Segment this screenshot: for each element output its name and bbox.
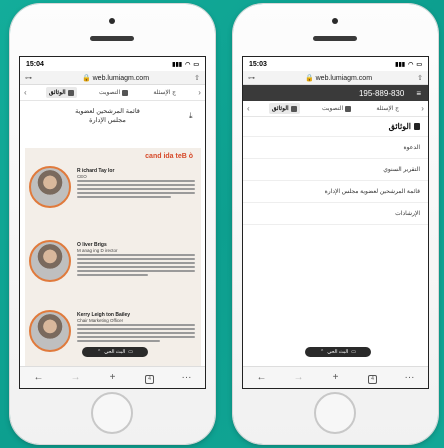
chevron-left-icon[interactable]: ‹ xyxy=(24,88,27,97)
chevron-right-icon[interactable]: › xyxy=(421,104,424,113)
document-icon xyxy=(414,123,420,130)
candidate-2: O liver Brigs M anag ing D irector xyxy=(29,240,197,300)
live-stream-button[interactable]: ⌃ البث الحي ▭ xyxy=(305,347,371,357)
tabs-icon[interactable]: 4 xyxy=(364,372,382,384)
candidate-role: CEO xyxy=(77,174,87,179)
camera xyxy=(109,18,115,24)
back-icon[interactable]: ← xyxy=(30,372,48,383)
url-bar[interactable]: ⊶ 🔒 web.lumiagm.com ⇧ xyxy=(243,71,428,85)
status-bar: 15:03 ▮▮▮ ◠ ▭ xyxy=(243,57,428,71)
more-icon[interactable]: ··· xyxy=(178,372,196,383)
document-title: قائمة المرشحين لعضوية مجلس الإدارة xyxy=(75,108,140,124)
screen-left: 15:04 ▮▮▮ ◠ ▭ ⊶ 🔒 web.lumiagm.com ⇧ ‹ ال… xyxy=(19,56,206,389)
phone-right: 15:03 ▮▮▮ ◠ ▭ ⊶ 🔒 web.lumiagm.com ⇧ 195-… xyxy=(233,4,438,444)
chevron-left-icon[interactable]: ‹ xyxy=(247,104,250,113)
chevron-right-icon[interactable]: › xyxy=(198,88,201,97)
cast-icon: ▭ xyxy=(351,349,356,355)
document-item-guidelines[interactable]: الإرشادات xyxy=(243,203,428,225)
phone-left: 15:04 ▮▮▮ ◠ ▭ ⊶ 🔒 web.lumiagm.com ⇧ ‹ ال… xyxy=(10,4,215,444)
document-item-invitation[interactable]: الدعوة xyxy=(243,137,428,159)
status-time: 15:03 xyxy=(249,60,267,68)
tab-voting[interactable]: التصويت xyxy=(96,87,131,98)
tab-documents[interactable]: الوثائق xyxy=(45,87,77,98)
home-button[interactable] xyxy=(91,392,133,434)
forward-icon[interactable]: → xyxy=(290,372,308,383)
forward-icon[interactable]: → xyxy=(67,372,85,383)
candidates-heading: cand ida teB ò xyxy=(145,153,193,160)
new-tab-icon[interactable]: + xyxy=(104,372,122,383)
screen-right: 15:03 ▮▮▮ ◠ ▭ ⊶ 🔒 web.lumiagm.com ⇧ 195-… xyxy=(242,56,429,389)
tab-documents[interactable]: الوثائق xyxy=(268,103,300,114)
new-tab-icon[interactable]: + xyxy=(327,372,345,383)
candidate-bio xyxy=(77,180,195,200)
candidate-photo xyxy=(29,240,71,282)
tab-questions[interactable]: ج الإسئلة xyxy=(150,87,179,98)
document-item-annual-report[interactable]: التقرير السنوي xyxy=(243,159,428,181)
meeting-id: 195-889-830 xyxy=(358,88,405,98)
signal-icon: ▮▮▮ xyxy=(395,61,406,68)
tab-voting[interactable]: التصويت xyxy=(319,103,354,114)
url-text[interactable]: 🔒 web.lumiagm.com xyxy=(41,74,190,82)
document-page: cand ida teB ò R ichard Tay lor CEO O li… xyxy=(25,148,201,378)
candidate-1: R ichard Tay lor CEO xyxy=(29,166,197,226)
candidate-bio xyxy=(77,324,195,344)
download-icon[interactable]: ⤓ xyxy=(189,111,199,121)
documents-section-title: الوثائق xyxy=(243,117,428,137)
status-icons: ▮▮▮ ◠ ▭ xyxy=(395,61,422,68)
back-icon[interactable]: ← xyxy=(253,372,271,383)
candidate-photo xyxy=(29,310,71,352)
candidate-bio xyxy=(77,254,195,278)
candidate-photo xyxy=(29,166,71,208)
share-icon[interactable]: ⇧ xyxy=(413,74,423,82)
camera xyxy=(332,18,338,24)
status-time: 15:04 xyxy=(26,60,44,68)
more-icon[interactable]: ··· xyxy=(401,372,419,383)
home-button[interactable] xyxy=(314,392,356,434)
battery-icon: ▭ xyxy=(416,61,422,68)
chart-icon xyxy=(345,105,352,112)
status-bar: 15:04 ▮▮▮ ◠ ▭ xyxy=(20,57,205,71)
tab-bar: ‹ الوثائق التصويت ج الإسئلة › xyxy=(243,101,428,117)
wifi-icon: ◠ xyxy=(408,61,414,68)
key-icon[interactable]: ⊶ xyxy=(25,74,41,82)
browser-toolbar: ← → + 4 ··· xyxy=(243,366,428,388)
battery-icon: ▭ xyxy=(193,61,199,68)
document-header: قائمة المرشحين لعضوية مجلس الإدارة ⤓ xyxy=(20,101,205,131)
live-stream-button[interactable]: ⌃ البث الحي ▭ xyxy=(82,347,148,357)
url-text[interactable]: 🔒 web.lumiagm.com xyxy=(264,74,413,82)
speaker xyxy=(90,36,134,41)
candidate-role: Chair Marketing Officer xyxy=(77,318,124,323)
url-bar[interactable]: ⊶ 🔒 web.lumiagm.com ⇧ xyxy=(20,71,205,85)
key-icon[interactable]: ⊶ xyxy=(248,74,264,82)
status-icons: ▮▮▮ ◠ ▭ xyxy=(172,61,199,68)
cast-icon: ▭ xyxy=(128,349,133,355)
tabs-icon[interactable]: 4 xyxy=(141,372,159,384)
chart-icon xyxy=(122,89,129,96)
document-item-candidates[interactable]: قائمة المرشحين لعضوية مجلس الإدارة xyxy=(243,181,428,203)
candidate-3: Kerry Leigh ton Bailey Chair Marketing O… xyxy=(29,310,197,370)
chevron-up-icon: ⌃ xyxy=(97,349,102,355)
share-icon[interactable]: ⇧ xyxy=(190,74,200,82)
candidate-role: M anag ing D irector xyxy=(77,248,118,253)
tab-bar: ‹ الوثائق التصويت ج الإسئلة › xyxy=(20,85,205,101)
speaker xyxy=(313,36,357,41)
menu-icon[interactable]: ≡ xyxy=(416,89,421,98)
tab-questions[interactable]: ج الإسئلة xyxy=(373,103,402,114)
document-icon xyxy=(290,105,297,112)
meeting-id-bar: 195-889-830 ≡ xyxy=(243,85,428,101)
wifi-icon: ◠ xyxy=(185,61,191,68)
document-icon xyxy=(67,89,74,96)
chevron-up-icon: ⌃ xyxy=(320,349,325,355)
signal-icon: ▮▮▮ xyxy=(172,61,183,68)
browser-toolbar: ← → + 4 ··· xyxy=(20,366,205,388)
